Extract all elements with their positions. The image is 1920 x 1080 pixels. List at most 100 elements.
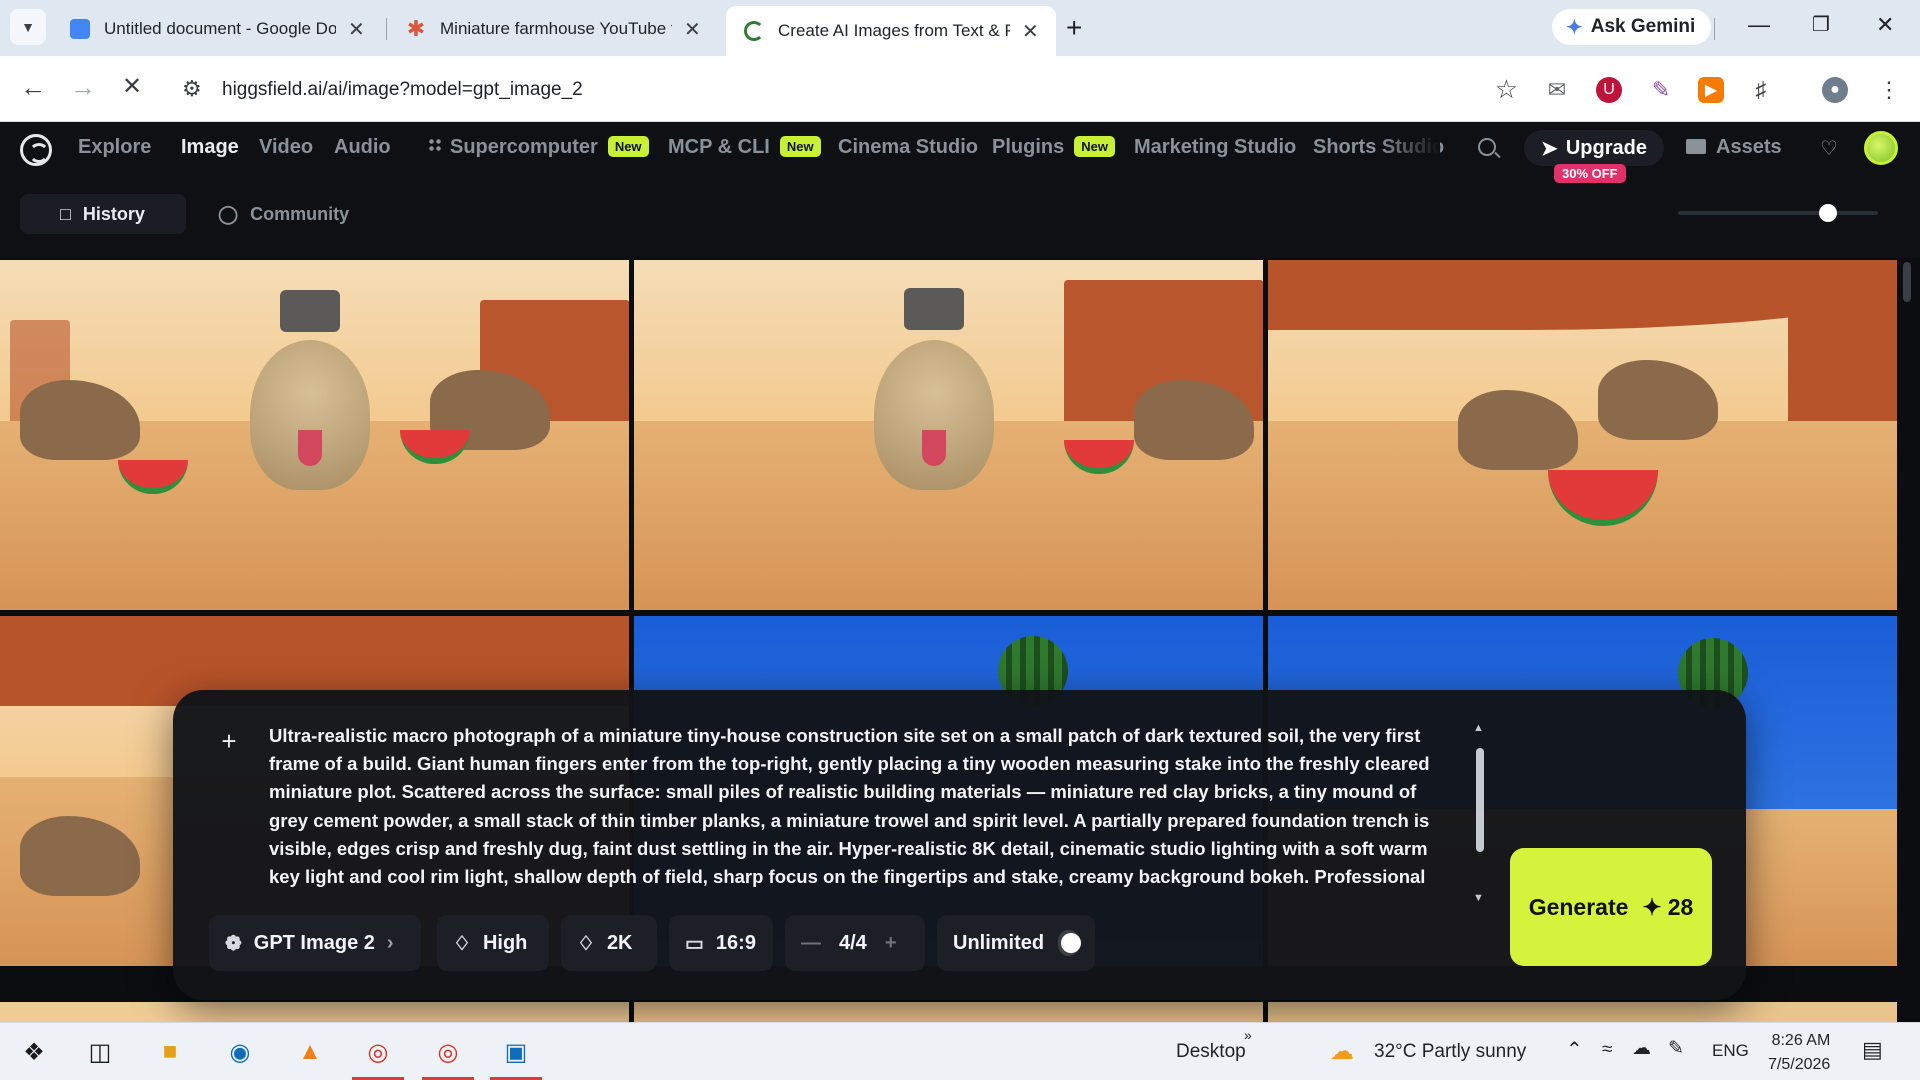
tab-label: Community: [250, 203, 350, 224]
model-label: GPT Image 2: [253, 931, 375, 954]
aspect-rectangle-icon: ▭: [685, 932, 704, 955]
nav-label: Supercomputer: [450, 136, 598, 158]
stop-loading-icon[interactable]: ✕: [122, 72, 142, 101]
profile-avatar-icon[interactable]: ●: [1822, 77, 1848, 103]
chrome-icon[interactable]: ◎: [360, 1034, 396, 1070]
gallery-image[interactable]: [0, 260, 629, 610]
gallery-image[interactable]: [0, 1002, 629, 1022]
generate-button[interactable]: Generate ✦ 28: [1510, 848, 1712, 966]
higgsfield-logo[interactable]: [20, 134, 52, 166]
pen-extension-icon[interactable]: ✎: [1648, 77, 1674, 103]
user-avatar[interactable]: [1864, 131, 1898, 165]
scroll-up-icon[interactable]: ▲: [1473, 722, 1484, 734]
orange-extension-icon[interactable]: ▶: [1698, 77, 1724, 103]
scroll-thumb[interactable]: [1476, 748, 1484, 852]
browser-tab-claude[interactable]: ✱ Miniature farmhouse YouTube t ✕: [388, 8, 718, 50]
vlc-icon[interactable]: ▲: [292, 1034, 328, 1070]
forward-icon[interactable]: →: [70, 72, 96, 103]
prompt-textarea[interactable]: Ultra-realistic macro photograph of a mi…: [269, 722, 1459, 892]
nav-marketing-studio[interactable]: Marketing Studio: [1134, 136, 1296, 159]
tab-label: History: [82, 203, 145, 224]
browser-toolbar: ← → ✕ ⚙ higgsfield.ai/ai/image?model=gpt…: [0, 56, 1920, 122]
aspect-ratio-selector[interactable]: ▭ 16:9: [669, 915, 773, 971]
tab-search-button[interactable]: ▼: [10, 9, 46, 45]
nav-image[interactable]: Image: [181, 136, 239, 159]
close-icon[interactable]: ✕: [684, 17, 701, 42]
desktop-label[interactable]: Desktop: [1176, 1041, 1246, 1063]
image-count-stepper[interactable]: — 4/4 +: [785, 915, 925, 971]
tab-history[interactable]: □ History: [20, 194, 186, 234]
nav-plugins[interactable]: Plugins New: [992, 136, 1115, 159]
generate-label: Generate: [1528, 893, 1629, 920]
wifi-icon[interactable]: ≈: [1602, 1039, 1612, 1061]
nav-video[interactable]: Video: [259, 136, 313, 159]
ublock-extension-icon[interactable]: U: [1596, 77, 1622, 103]
browser-tab-higgsfield[interactable]: Create AI Images from Text & P ✕: [726, 6, 1056, 56]
gallery-image[interactable]: [1268, 1002, 1897, 1022]
pen-icon[interactable]: ✎: [1668, 1037, 1684, 1060]
nav-explore[interactable]: Explore: [78, 136, 151, 159]
tab-title: Create AI Images from Text & P: [778, 21, 1010, 40]
page-scrollbar[interactable]: [1903, 262, 1911, 302]
bell-icon[interactable]: ♡: [1820, 136, 1838, 161]
notifications-icon[interactable]: ▤: [1862, 1037, 1883, 1063]
onedrive-icon[interactable]: ☁: [1632, 1037, 1651, 1060]
nav-cinema-studio[interactable]: Cinema Studio: [838, 136, 978, 159]
resolution-selector[interactable]: ♢ 2K: [561, 915, 657, 971]
chevron-more-icon[interactable]: »: [1244, 1027, 1252, 1043]
task-view-icon[interactable]: ◫: [82, 1034, 118, 1070]
unlimited-toggle[interactable]: Unlimited: [937, 915, 1095, 971]
file-explorer-icon[interactable]: ■: [152, 1034, 188, 1070]
close-icon[interactable]: ✕: [1022, 19, 1039, 44]
clock[interactable]: 8:26 AM 7/5/2026: [1768, 1029, 1830, 1077]
gallery-image[interactable]: [1268, 260, 1897, 610]
assets-button[interactable]: Assets: [1686, 136, 1782, 159]
ask-gemini-button[interactable]: ✦ Ask Gemini: [1552, 9, 1712, 45]
nav-mcp-cli[interactable]: MCP & CLI New: [668, 136, 821, 159]
add-reference-button[interactable]: +: [211, 724, 247, 760]
tab-community[interactable]: ◯ Community: [210, 194, 370, 234]
weather-text[interactable]: 32°C Partly sunny: [1374, 1041, 1526, 1063]
url-text[interactable]: higgsfield.ai/ai/image?model=gpt_image_2: [222, 79, 583, 101]
bookmark-star-icon[interactable]: ☆: [1495, 74, 1518, 105]
search-icon[interactable]: [1478, 138, 1496, 156]
model-selector[interactable]: ❁ GPT Image 2 ›: [209, 915, 421, 971]
minus-icon[interactable]: —: [801, 932, 821, 955]
browser-tab-strip: ▼ Untitled document - Google Do ✕ ✱ Mini…: [0, 0, 1920, 56]
resolution-label: 2K: [606, 931, 633, 954]
tab-title: Miniature farmhouse YouTube t: [440, 19, 672, 38]
plus-icon[interactable]: +: [885, 932, 897, 955]
quality-selector[interactable]: ♢ High: [437, 915, 549, 971]
grid-size-slider-knob[interactable]: [1819, 204, 1837, 222]
minimize-icon[interactable]: —: [1748, 12, 1770, 38]
remote-desktop-icon[interactable]: ▣: [498, 1034, 534, 1070]
puzzle-extensions-icon[interactable]: ♯: [1748, 77, 1774, 103]
new-tab-icon[interactable]: +: [1066, 12, 1082, 44]
restore-icon[interactable]: ❐: [1812, 12, 1830, 37]
toggle-switch[interactable]: [1058, 930, 1081, 956]
chrome-profile-icon[interactable]: ◎: [430, 1034, 466, 1070]
outlook-icon[interactable]: ◉: [222, 1034, 258, 1070]
grid-icon: [428, 138, 442, 152]
close-window-icon[interactable]: ✕: [1876, 12, 1894, 38]
grid-size-slider[interactable]: [1678, 211, 1878, 215]
diamond-icon: ♢: [453, 932, 471, 955]
tab-separator: [386, 18, 387, 40]
site-settings-icon[interactable]: ⚙: [182, 76, 202, 102]
chevron-up-icon[interactable]: ⌃: [1566, 1037, 1583, 1062]
language-indicator[interactable]: ENG: [1712, 1041, 1749, 1061]
gallery-image[interactable]: [634, 1002, 1263, 1022]
nav-supercomputer[interactable]: Supercomputer New: [428, 136, 649, 159]
browser-tab-docs[interactable]: Untitled document - Google Do ✕: [52, 8, 382, 50]
windows-start-icon[interactable]: ❖: [16, 1034, 52, 1070]
address-bar[interactable]: ⚙ higgsfield.ai/ai/image?model=gpt_image…: [172, 67, 1530, 111]
back-icon[interactable]: ←: [20, 72, 46, 103]
close-icon[interactable]: ✕: [348, 17, 365, 42]
gallery-image[interactable]: [634, 260, 1263, 610]
nav-audio[interactable]: Audio: [334, 136, 391, 159]
prompt-scrollbar[interactable]: ▲ ▼: [1473, 722, 1487, 904]
mail-extension-icon[interactable]: ✉: [1544, 77, 1570, 103]
scroll-down-icon[interactable]: ▼: [1473, 892, 1484, 904]
menu-dots-icon[interactable]: ⋮: [1876, 77, 1902, 103]
upgrade-button[interactable]: ➤ Upgrade: [1524, 130, 1664, 166]
